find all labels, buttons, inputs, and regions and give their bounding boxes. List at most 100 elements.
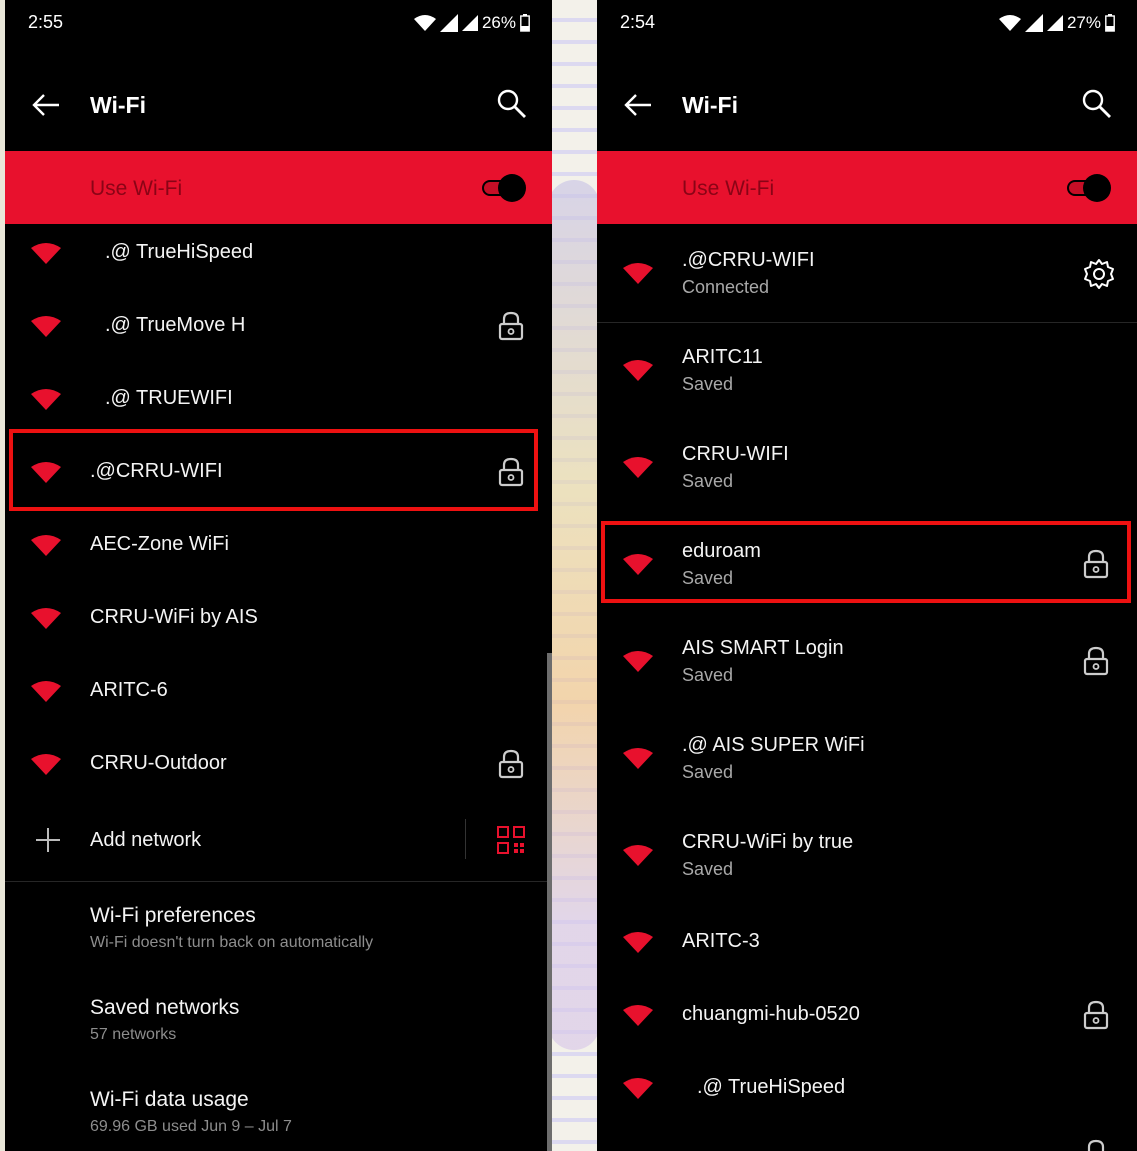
network-name: CRRU-WiFi by AIS: [90, 606, 258, 628]
pref-title: Wi-Fi preferences: [90, 904, 256, 927]
wifi-signal-icon: [623, 1078, 653, 1099]
network-row[interactable]: CRRU-WIFI Saved: [597, 434, 1137, 504]
network-name: .@ AIS SUPER WiFi: [682, 734, 865, 756]
network-status: Saved: [682, 859, 734, 879]
wifi-status-icon: [413, 15, 436, 31]
wifi-signal-icon: [623, 263, 653, 284]
network-row[interactable]: ARITC-3: [597, 917, 1137, 967]
left-phone-screen: 2:55 26% Wi-Fi Use Wi-Fi .@ TrueHiSpeed …: [5, 0, 552, 1151]
network-name: CRRU-WIFI: [682, 443, 789, 465]
network-status: Connected: [682, 277, 770, 297]
network-row[interactable]: .@ TRUEWIFI: [5, 374, 552, 424]
wifi-signal-icon: [623, 360, 653, 381]
pref-subtitle: 57 networks: [90, 1026, 177, 1043]
page-title: Wi-Fi: [682, 92, 738, 118]
network-row[interactable]: .@ AIS SUPER WiFi Saved: [597, 725, 1137, 795]
qr-code-icon[interactable]: [497, 826, 525, 854]
network-name: ARITC-6: [90, 679, 168, 701]
wifi-toggle[interactable]: [482, 174, 526, 202]
battery-icon: [520, 14, 530, 32]
back-arrow-icon[interactable]: [623, 92, 653, 118]
status-icons: 27%: [998, 12, 1115, 34]
network-row[interactable]: .@ TrueHiSpeed: [597, 1063, 1137, 1113]
saved-networks-item[interactable]: Saved networks 57 networks: [5, 988, 552, 1058]
wifi-signal-icon: [623, 932, 653, 953]
network-row[interactable]: ARITC11 Saved: [597, 337, 1137, 407]
wifi-signal-icon: [623, 651, 653, 672]
pref-title: Saved networks: [90, 996, 240, 1019]
network-row[interactable]: ARITC-6: [5, 666, 552, 716]
network-name: .@ TrueMove H: [105, 314, 246, 336]
add-network-row[interactable]: Add network: [5, 815, 552, 867]
wifi-signal-icon: [623, 457, 653, 478]
network-name: ARITC11: [682, 346, 763, 368]
lock-icon: [1087, 1139, 1105, 1151]
wifi-signal-icon: [31, 389, 61, 410]
search-icon[interactable]: [1081, 88, 1113, 120]
lock-icon: [1083, 1000, 1109, 1030]
wifi-signal-icon: [31, 681, 61, 702]
status-time: 2:55: [28, 12, 64, 32]
back-arrow-icon[interactable]: [31, 92, 61, 118]
network-row[interactable]: .@ TrueMove H: [5, 301, 552, 351]
use-wifi-bar[interactable]: Use Wi-Fi: [5, 151, 552, 224]
wifi-signal-icon: [623, 748, 653, 769]
wifi-signal-icon: [31, 754, 61, 775]
pref-subtitle: Wi-Fi doesn't turn back on automatically: [90, 934, 374, 951]
background-emblem: [548, 180, 600, 1050]
network-name: AEC-Zone WiFi: [90, 533, 229, 555]
network-row[interactable]: CRRU-WiFi by AIS: [5, 593, 552, 643]
network-row[interactable]: AIS SMART Login Saved: [597, 628, 1137, 698]
wifi-toggle[interactable]: [1067, 174, 1111, 202]
network-status: Saved: [682, 374, 734, 394]
network-name: .@CRRU-WIFI: [682, 249, 815, 271]
divider: [5, 881, 552, 882]
network-name: AIS SMART Login: [682, 637, 844, 659]
network-row[interactable]: .@ TrueHiSpeed: [5, 228, 552, 278]
add-network-label: Add network: [90, 829, 202, 851]
divider: [597, 322, 1137, 323]
pref-subtitle: 69.96 GB used Jun 9 – Jul 7: [90, 1118, 292, 1135]
battery-percent: 27%: [1066, 13, 1101, 32]
lock-icon: [498, 311, 524, 341]
network-row[interactable]: CRRU-WiFi by true Saved: [597, 822, 1137, 892]
app-bar: Wi-Fi: [5, 70, 552, 140]
pref-title: Wi-Fi data usage: [90, 1088, 249, 1111]
signal-icon: [1046, 15, 1063, 31]
network-name: CRRU-Outdoor: [90, 752, 227, 774]
lock-icon: [498, 749, 524, 779]
use-wifi-label: Use Wi-Fi: [90, 177, 183, 200]
network-row[interactable]: CRRU-Outdoor: [5, 739, 552, 789]
app-bar: Wi-Fi: [597, 70, 1137, 140]
wifi-preferences-item[interactable]: Wi-Fi preferences Wi-Fi doesn't turn bac…: [5, 896, 552, 966]
connected-network-row[interactable]: .@CRRU-WIFI Connected: [597, 240, 1137, 310]
use-wifi-label: Use Wi-Fi: [682, 177, 775, 200]
network-name: chuangmi-hub-0520: [682, 1003, 860, 1025]
right-phone-screen: 2:54 27% Wi-Fi Use Wi-Fi .@CRRU-WIFI Con…: [597, 0, 1137, 1151]
network-name: ARITC-3: [682, 930, 760, 952]
signal-icon: [461, 15, 478, 31]
network-row-partial[interactable]: [597, 1134, 1137, 1151]
network-row[interactable]: chuangmi-hub-0520: [597, 990, 1137, 1040]
signal-icon: [1024, 14, 1043, 32]
gear-icon[interactable]: [1083, 258, 1115, 290]
network-row[interactable]: AEC-Zone WiFi: [5, 520, 552, 570]
page-title: Wi-Fi: [90, 92, 146, 118]
status-time: 2:54: [620, 12, 656, 32]
use-wifi-bar[interactable]: Use Wi-Fi: [597, 151, 1137, 224]
wifi-signal-icon: [31, 243, 61, 264]
network-status: Saved: [682, 471, 734, 491]
status-bar: 2:54 27%: [597, 0, 1137, 48]
wifi-signal-icon: [31, 316, 61, 337]
battery-icon: [1105, 14, 1115, 32]
highlight-box: [9, 429, 538, 511]
lock-icon: [1083, 646, 1109, 676]
wifi-signal-icon: [31, 608, 61, 629]
scrollbar[interactable]: [547, 653, 552, 1151]
highlight-box: [601, 521, 1131, 603]
wifi-data-usage-item[interactable]: Wi-Fi data usage 69.96 GB used Jun 9 – J…: [5, 1080, 552, 1150]
wifi-status-icon: [998, 15, 1021, 31]
network-name: CRRU-WiFi by true: [682, 831, 854, 853]
signal-icon: [439, 14, 458, 32]
search-icon[interactable]: [496, 88, 528, 120]
